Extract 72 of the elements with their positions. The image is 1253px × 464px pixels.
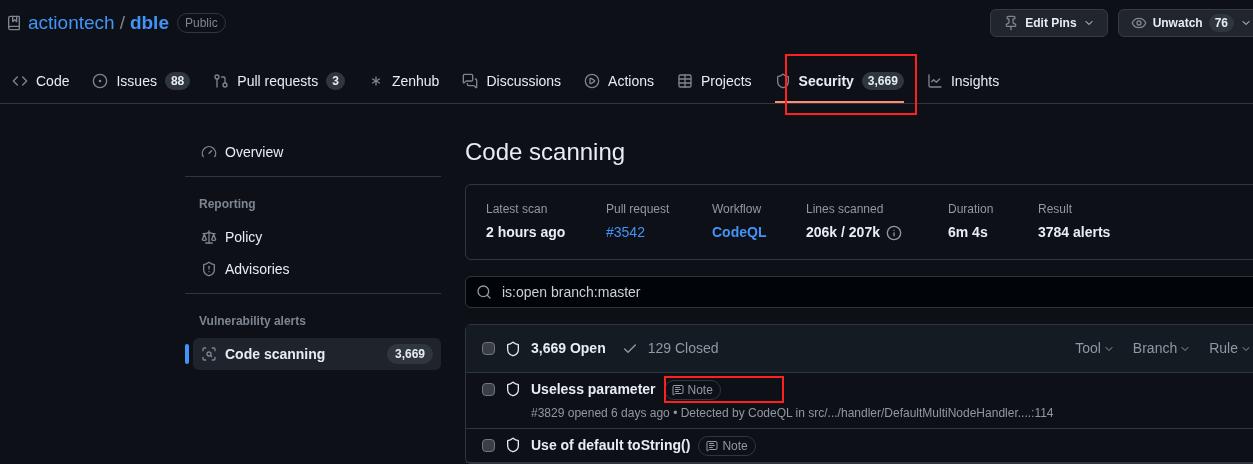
closed-filter-link[interactable]: 129 Closed (647, 338, 719, 359)
repo-tab[interactable]: Pull requests 3 (213, 61, 345, 103)
open-filter-link[interactable]: 3,669 Open (531, 338, 606, 359)
owner-link[interactable]: actiontech (28, 8, 115, 38)
summary-value: 206k / 207k (806, 223, 880, 242)
repo-tab[interactable]: Security 3,669 (774, 61, 904, 103)
alert-meta: #3829 opened 6 days ago • Detected by CodeQL in src/.../handler/DefaultMultiNodeHandler....:114 (531, 405, 1054, 422)
search-icon (476, 284, 492, 300)
shield-icon (505, 437, 521, 453)
chat-icon (462, 73, 479, 89)
code-icon (12, 73, 28, 89)
summary-label: Duration (948, 201, 995, 218)
selection-bar (185, 344, 189, 364)
path-separator: / (119, 10, 125, 35)
summary-value: 6m 4s (948, 223, 988, 242)
watch-count: 76 (1208, 14, 1234, 32)
alert-title-link[interactable]: Use of default toString() (531, 435, 691, 456)
sidebar-item[interactable]: Policy (193, 221, 441, 253)
search-field[interactable]: is:open branch:master (465, 276, 1253, 308)
checkbox[interactable] (482, 383, 495, 396)
checkbox[interactable] (482, 342, 495, 355)
filter-dropdown[interactable]: Branch (1132, 338, 1192, 359)
alert-count: 3,669 (386, 344, 433, 364)
tab-count: 3,669 (861, 72, 904, 90)
table-icon (677, 73, 694, 89)
summary-link[interactable]: CodeQL (712, 222, 767, 243)
shield-icon (505, 381, 521, 397)
eye-icon (1130, 15, 1147, 31)
summary-label: Workflow (712, 201, 763, 218)
summary-label: Lines scanned (806, 201, 885, 218)
repo-icon (6, 15, 22, 31)
note-icon (671, 383, 684, 396)
circle-dot-icon (92, 73, 109, 89)
repo-tab[interactable]: Zenhub (367, 61, 440, 103)
scan-icon (201, 346, 217, 362)
info-icon[interactable] (885, 224, 902, 241)
filter-dropdown[interactable]: Tool (1075, 338, 1115, 359)
repo-tab[interactable]: Projects (677, 61, 752, 103)
shield-icon (774, 73, 791, 89)
scale-icon (201, 229, 217, 245)
shield-icon (505, 340, 521, 357)
repo-tab[interactable]: Discussions (462, 61, 562, 103)
repo-name-link[interactable]: dble (129, 8, 169, 38)
sidebar-heading: Vulnerability alerts (198, 313, 307, 330)
summary-value: 3784 alerts (1038, 223, 1111, 242)
alert-title-link[interactable]: Useless parameter (531, 379, 656, 400)
summary-label: Result (1038, 201, 1073, 218)
watch-button[interactable]: Unwatch 76 (1117, 9, 1253, 37)
summary-label: Pull request (606, 201, 671, 218)
checkbox[interactable] (482, 439, 495, 452)
pull-request-icon (213, 73, 230, 89)
summary-value: 2 hours ago (486, 223, 566, 242)
repo-tab[interactable]: Actions (584, 61, 655, 103)
tab-count: 3 (326, 72, 345, 90)
gauge-icon (201, 144, 217, 160)
summary-label: Latest scan (486, 201, 549, 218)
graph-icon (926, 73, 943, 89)
repo-tab[interactable]: Issues 88 (92, 61, 191, 103)
sidebar-item[interactable]: Advisories (193, 253, 441, 285)
sidebar-heading: Reporting (198, 196, 257, 213)
play-icon (584, 73, 601, 89)
repo-tab[interactable]: Code (12, 61, 70, 103)
summary-link[interactable]: #3542 (606, 222, 645, 243)
filter-dropdown[interactable]: Rule (1209, 338, 1252, 359)
shield-icon (201, 261, 217, 277)
page-title: Code scanning (465, 137, 627, 167)
sidebar-item[interactable]: Overview (193, 136, 441, 168)
repo-tab[interactable]: Insights (926, 61, 1000, 103)
tab-count: 88 (164, 72, 191, 90)
note-icon (706, 439, 719, 452)
sidebar-item[interactable]: Code scanning 3,669 (193, 338, 441, 370)
edit-pins-button[interactable]: Edit Pins (990, 9, 1108, 37)
